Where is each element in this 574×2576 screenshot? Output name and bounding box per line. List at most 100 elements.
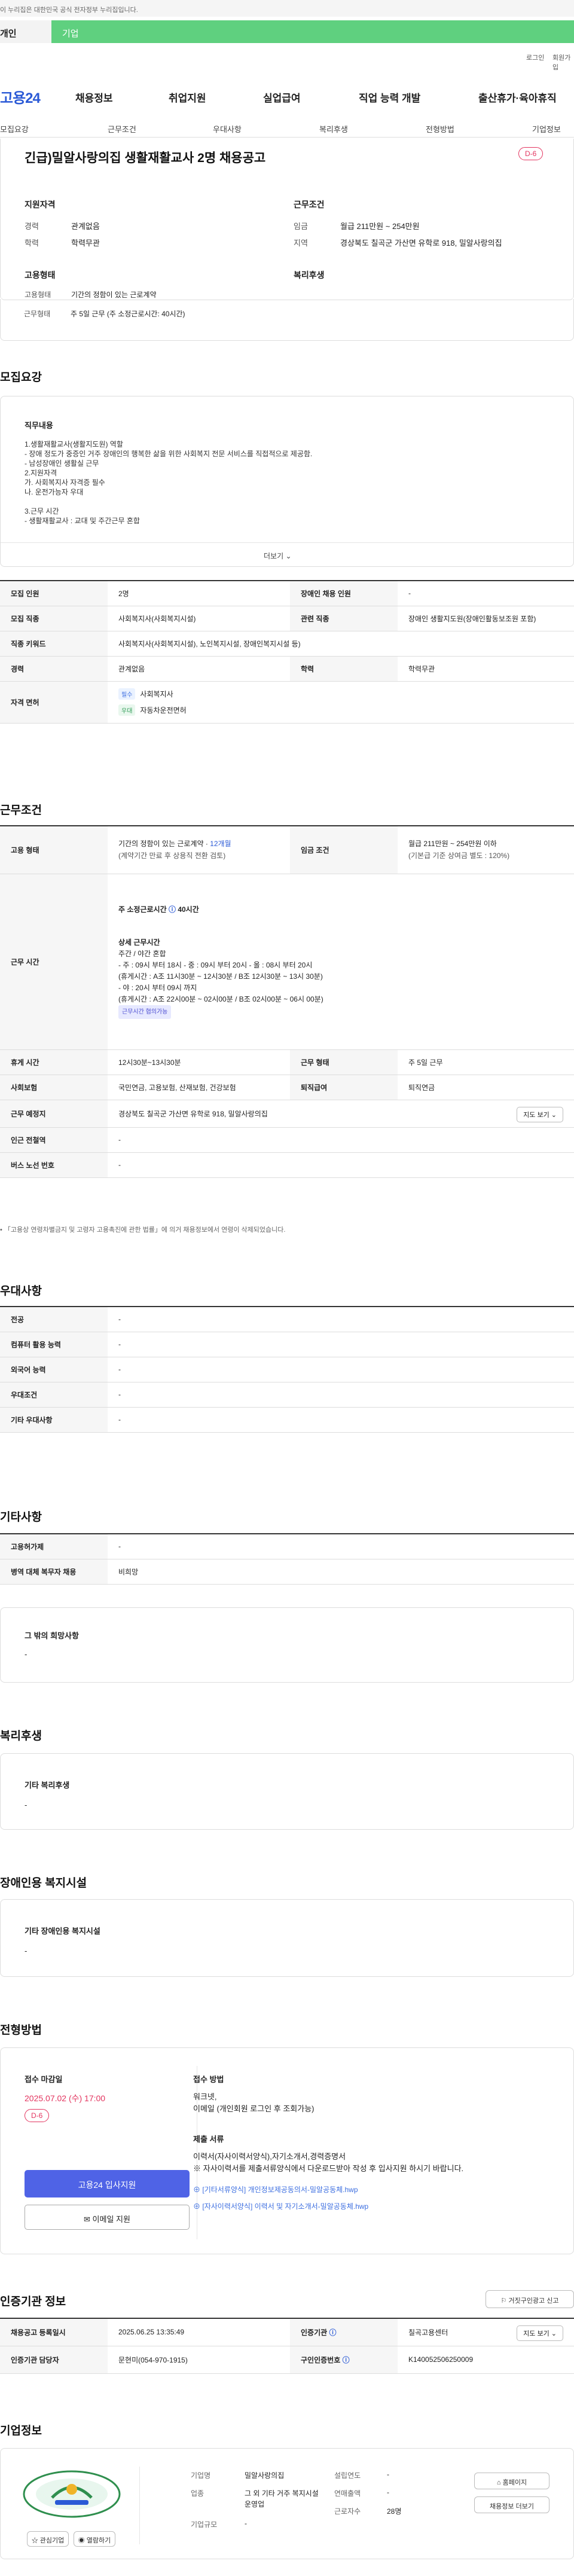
value-job-category: 사회복지사(사회복지시설) (108, 606, 290, 631)
cond-value-region: 경상북도 칠곡군 가산면 유학로 918, 밀알사랑의집 (340, 239, 502, 248)
apply-button[interactable]: 고용24 입사지원 (25, 2170, 190, 2197)
value-revenue: - (387, 2488, 389, 2496)
label-registered-at: 채용공고 등록일시 (0, 2318, 108, 2346)
other-wish-card: 그 밖의 희망사항 - (0, 1607, 574, 1683)
value-headcount: 2명 (108, 581, 290, 606)
value-company-size: - (245, 2519, 247, 2528)
subnav-recruit[interactable]: 모집요강 (0, 123, 29, 135)
label-retirement: 퇴직급여 (290, 1075, 398, 1100)
label-headcount: 모집 인원 (0, 581, 108, 606)
gov-banner: 이 누리집은 대한민국 공식 전자정부 누리집입니다. (0, 0, 574, 17)
cond-label-region: 지역 (294, 239, 308, 248)
qual-value-edu: 학력무관 (71, 239, 100, 248)
conditions-heading: 근무조건 (294, 200, 325, 209)
homepage-button[interactable]: ⌂ 홈페이지 (474, 2473, 549, 2489)
value-employees: 28명 (387, 2507, 402, 2516)
label-related-job: 관련 직종 (290, 606, 398, 631)
recruit-table: 모집 인원 2명 장애인 채용 인원 - 모집 직종 사회복지사(사회복지시설)… (0, 580, 574, 724)
other-wish-value: - (25, 1650, 28, 1659)
label-job-category: 모집 직종 (0, 606, 108, 631)
interest-company-button[interactable]: ☆ 관심기업 (27, 2531, 69, 2547)
site-logo[interactable]: 고용24 (0, 86, 41, 107)
eye-icon: ◉ (78, 2537, 85, 2544)
work-table: 고용 형태 기간의 정함이 있는 근로계약 · 12개월 (계약기간 만료 후 상… (0, 825, 574, 1178)
info-icon: ⓘ (342, 2355, 350, 2364)
gnb-job-info[interactable]: 채용정보 (75, 90, 113, 105)
label-job-keyword: 직종 키워드 (0, 631, 108, 657)
file-download-consent[interactable]: ⊕ [기타서류양식] 개인정보제공동의서-밀알공동체.hwp (193, 2184, 358, 2195)
download-icon: ⊕ (193, 2186, 201, 2194)
more-jobs-button[interactable]: 채용정보 더보기 (474, 2496, 549, 2513)
value-industry: 그 외 기타 거주 복지시설 운영업 (245, 2489, 319, 2508)
subnav-work[interactable]: 근무조건 (108, 123, 136, 135)
agency-map-button[interactable]: 지도 보기 ⌄ (517, 2325, 563, 2341)
subnav-preference[interactable]: 우대사항 (213, 123, 242, 135)
download-icon: ⊕ (193, 2202, 201, 2211)
work-section-title: 근무조건 (0, 804, 42, 817)
tab-company[interactable]: 기업 (51, 20, 574, 43)
value-work-permit: - (108, 1534, 574, 1559)
file-download-resume[interactable]: ⊕ [자사이력서양식] 이력서 및 자기소개서-밀알공동체.hwp (193, 2201, 368, 2211)
label-revenue: 연매출액 (334, 2489, 361, 2498)
gnb-parental-leave[interactable]: 출산휴가·육아휴직 (478, 90, 557, 105)
pref-table: 전공 - 컴퓨터 활용 능력 - 외국어 능력 - 우대조건 - 기타 우대사항 - (0, 1306, 574, 1433)
email-apply-button[interactable]: ✉ 이메일 지원 (25, 2205, 190, 2230)
subnav-process[interactable]: 전형방법 (426, 123, 454, 135)
dday-badge: D-6 (518, 147, 544, 160)
signup-link[interactable]: 회원가입 (552, 53, 574, 72)
disabled-facility-section-title: 장애인용 복지시설 (0, 1877, 87, 1890)
value-disabled-headcount: - (398, 581, 574, 606)
disabled-facility-card: 기타 장애인용 복지시설 - (0, 1899, 574, 1977)
gnb-vocational-training[interactable]: 직업 능력 개발 (359, 90, 420, 105)
more-button[interactable]: 더보기 ⌄ (264, 551, 292, 561)
label-employees: 근로자수 (334, 2507, 361, 2516)
info-icon: ⓘ (329, 2328, 337, 2337)
value-work-location: 경상북도 칠곡군 가산면 유학로 918, 밀알사랑의집 지도 보기 ⌄ (108, 1100, 574, 1128)
duty-heading: 직무내용 (25, 421, 53, 430)
disabled-facility-heading: 기타 장애인용 복지시설 (25, 1927, 100, 1936)
value-bus: - (108, 1152, 574, 1178)
value-insurance: 국민연금, 고용보험, 산재보험, 건강보험 (108, 1075, 290, 1100)
chevron-down-icon: ⌄ (551, 2330, 557, 2337)
value-computer: - (108, 1332, 574, 1357)
value-break-time: 12시30분~13시30분 (108, 1049, 290, 1075)
value-agency-staff: 문현미(054-970-1915) (108, 2346, 290, 2374)
subnav-company[interactable]: 기업정보 (532, 123, 561, 135)
qual-label-edu: 학력 (25, 239, 39, 248)
label-subway: 인근 전철역 (0, 1127, 108, 1153)
gnb-unemployment-benefit[interactable]: 실업급여 (263, 90, 301, 105)
value-related-job: 장애인 생활지도원(장애인활동보조원 포함) (398, 606, 574, 631)
tab-personal[interactable]: 개인 (0, 20, 51, 43)
map-view-button[interactable]: 지도 보기 ⌄ (517, 1106, 563, 1122)
qual-label-career: 경력 (25, 222, 39, 231)
label-pay: 임금 조건 (290, 826, 398, 874)
value-cert-number: K140052506250009 (398, 2346, 574, 2374)
company-card: ☆ 관심기업 ◉ 열람하기 기업명 밀알사랑의집 업종 그 외 기타 거주 복지… (0, 2448, 574, 2559)
label-break-time: 휴게 시간 (0, 1049, 108, 1075)
label-cert-number: 구인인증번호 ⓘ (290, 2346, 398, 2374)
value-military: 비희망 (108, 1559, 574, 1585)
benefit-value: - (25, 1800, 28, 1809)
value-founded: - (387, 2470, 389, 2479)
label-agency-staff: 인증기관 담당자 (0, 2346, 108, 2374)
label-computer: 컴퓨터 활용 능력 (0, 1332, 108, 1357)
gnb-employment-support[interactable]: 취업지원 (169, 90, 206, 105)
value-company-name: 밀알사랑의집 (245, 2471, 285, 2480)
agency-table: 채용공고 등록일시 2025.06.25 13:35:49 인증기관 ⓘ 칠곡고… (0, 2318, 574, 2374)
chevron-down-icon: ⌄ (551, 1111, 557, 1119)
value-pay: 월급 211만원 ~ 254만원 이하 (기본급 기준 상여금 별도 : 120%… (398, 826, 574, 874)
job-title: 긴급)밀알사랑의집 생활재활교사 2명 채용공고 (25, 151, 266, 165)
hours-negotiable-chip: 근무시간 협의가능 (118, 1005, 172, 1019)
pref-section-title: 우대사항 (0, 1285, 42, 1298)
value-employment-type: 기간의 정함이 있는 근로계약 · 12개월 (계약기간 만료 후 상용직 전환 … (108, 826, 290, 874)
login-link[interactable]: 로그인 (526, 53, 544, 62)
value-agency: 칠곡고용센터 지도 보기 ⌄ (398, 2318, 574, 2346)
benefit-card: 기타 복리후생 - (0, 1753, 574, 1830)
view-company-button[interactable]: ◉ 열람하기 (74, 2531, 115, 2547)
subnav-benefit[interactable]: 복리후생 (319, 123, 348, 135)
false-ad-report-button[interactable]: ⚐ 거짓구인광고 신고 (486, 2290, 574, 2308)
label-work-location: 근무 예정지 (0, 1100, 108, 1128)
member-type-tabs: 개인 기업 (0, 20, 574, 43)
cond-label-pay: 임금 (294, 222, 308, 231)
label-company-name: 기업명 (191, 2471, 211, 2480)
